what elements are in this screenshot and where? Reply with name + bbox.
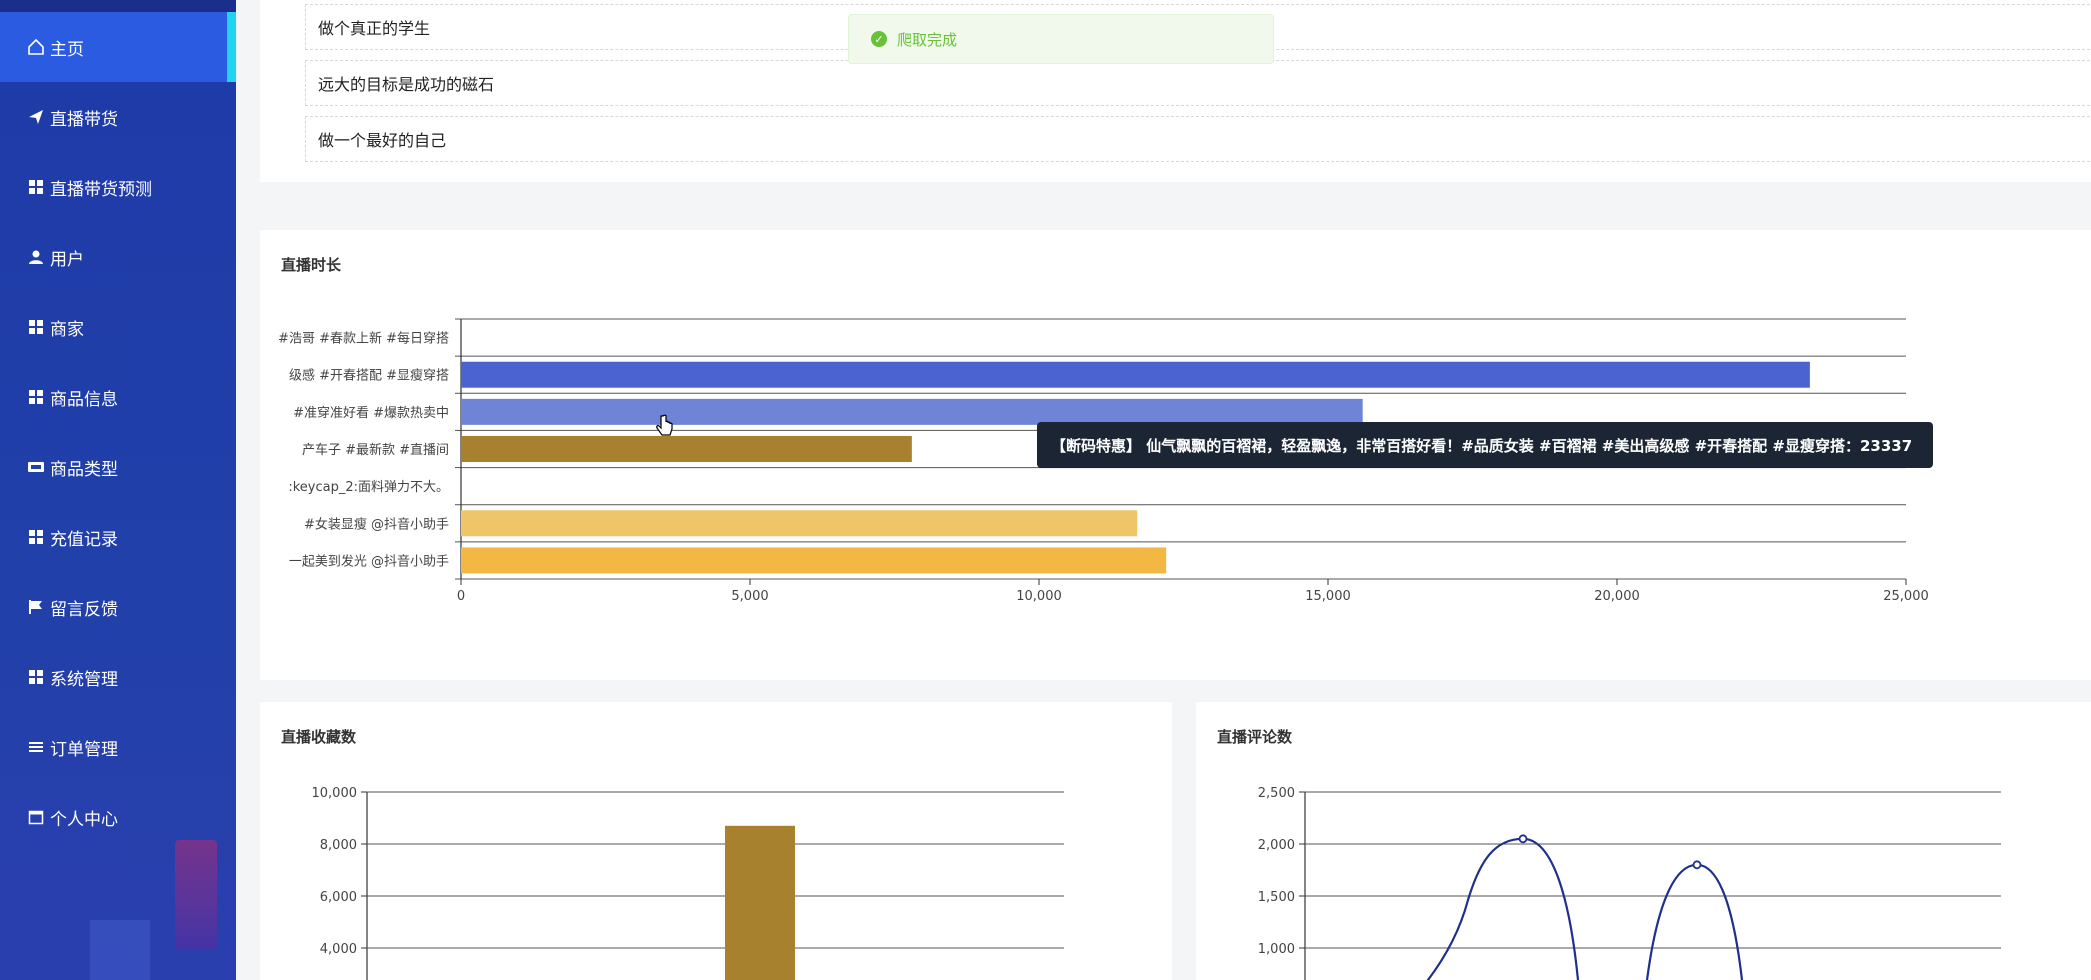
bar xyxy=(461,436,912,462)
hand-cursor-icon xyxy=(656,414,673,436)
tick-label: 4,000 xyxy=(320,942,357,957)
tick-label: 10,000 xyxy=(1016,589,1062,604)
charts-layer: #浩哥 #春款上新 #每日穿搭级感 #开春搭配 #显瘦穿搭 #准穿准好看 #爆款热… xyxy=(278,318,2001,980)
bar xyxy=(461,510,1138,537)
tick-label: 15,000 xyxy=(1305,589,1351,604)
tick-label: 2,000 xyxy=(1258,838,1295,853)
series-line xyxy=(1426,837,1744,980)
tick-label: 5,000 xyxy=(731,589,768,604)
tick-label: 10,000 xyxy=(312,786,358,801)
tick-label: 1,000 xyxy=(1258,942,1295,957)
success-toast: ✓ 爬取完成 xyxy=(848,14,1274,64)
category-label: 级感 #开春搭配 #显瘦穿搭 xyxy=(289,368,449,384)
bar xyxy=(461,547,1167,574)
data-point xyxy=(1692,860,1702,870)
category-label: #女装显瘦 @抖音小助手 xyxy=(304,516,449,532)
bar xyxy=(725,825,795,980)
tick-label: 2,500 xyxy=(1258,786,1295,801)
bar xyxy=(461,398,1363,425)
chart-tooltip: 【断码特惠】 仙气飘飘的百褶裙，轻盈飘逸，非常百搭好看！#品质女装 #百褶裙 #… xyxy=(1037,422,1933,468)
category-label: 产车子 #最新款 #直播间 xyxy=(302,442,449,458)
tick-label: 1,500 xyxy=(1258,890,1295,905)
tick-label: 8,000 xyxy=(320,838,357,853)
bar xyxy=(461,361,1810,388)
toast-text: 爬取完成 xyxy=(897,30,958,49)
tick-label: 0 xyxy=(457,589,465,604)
category-label: :keycap_2:面料弹力不大。 xyxy=(288,480,449,495)
check-circle-icon: ✓ xyxy=(871,31,887,47)
tooltip-text: 【断码特惠】 仙气飘飘的百褶裙，轻盈飘逸，非常百搭好看！#品质女装 #百褶裙 #… xyxy=(1051,436,1913,455)
category-label: #浩哥 #春款上新 #每日穿搭 xyxy=(278,331,449,347)
category-label: #准穿准好看 #爆款热卖中 xyxy=(293,405,449,421)
category-label: 一起美到发光 @抖音小助手 xyxy=(289,553,449,569)
data-point xyxy=(1518,834,1528,844)
tick-label: 6,000 xyxy=(320,890,357,905)
tick-label: 25,000 xyxy=(1883,589,1929,604)
tick-label: 20,000 xyxy=(1594,589,1640,604)
